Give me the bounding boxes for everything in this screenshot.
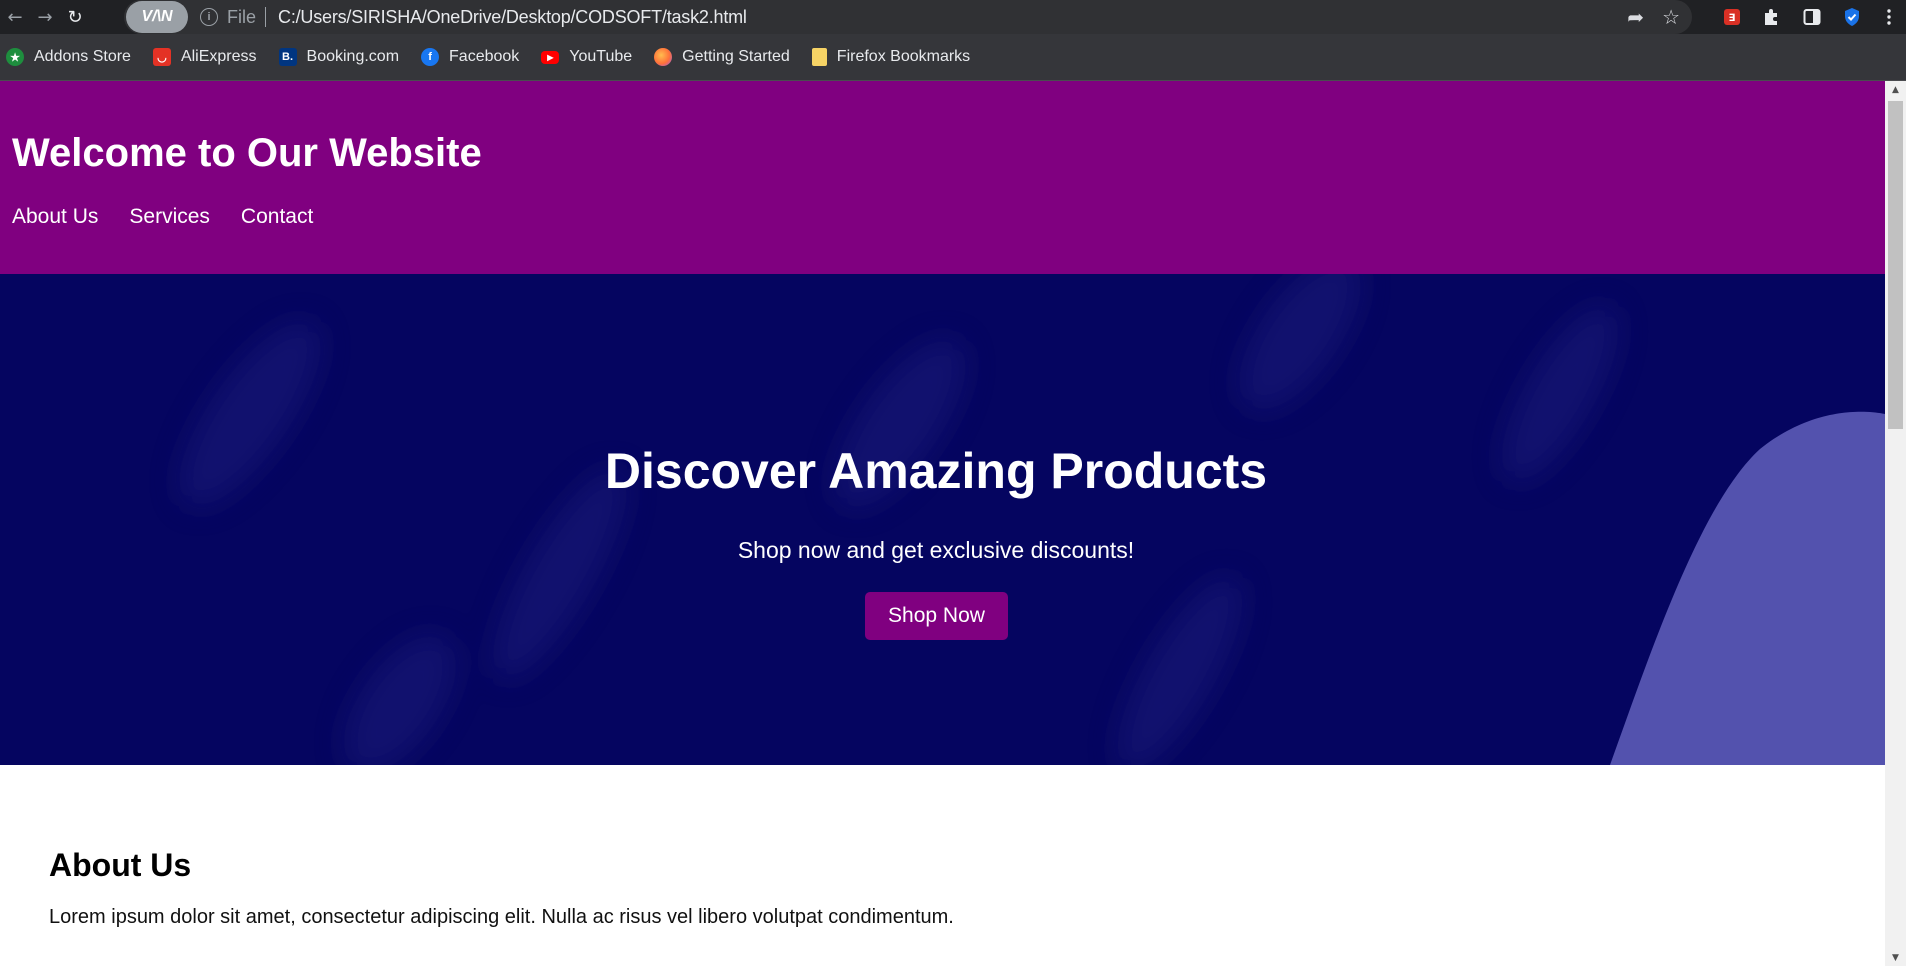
about-section: About Us Lorem ipsum dolor sit amet, con… — [49, 766, 1849, 929]
site-nav: About Us Services Contact — [12, 205, 313, 229]
forward-arrow-icon[interactable]: → — [30, 2, 60, 32]
browser-toolbar: ← → ↻ V/\N i File C:/Users/SIRISHA/OneDr… — [0, 0, 1906, 34]
hero-section: Discover Amazing Products Shop now and g… — [0, 274, 1885, 765]
shop-now-button[interactable]: Shop Now — [865, 592, 1008, 640]
scroll-thumb[interactable] — [1888, 101, 1903, 429]
back-arrow-icon[interactable]: ← — [0, 2, 30, 32]
page-viewport: Welcome to Our Website About Us Services… — [0, 81, 1906, 966]
bookmark-aliexpress[interactable]: ◡ AliExpress — [152, 48, 257, 66]
nav-link-about[interactable]: About Us — [12, 205, 98, 229]
extensions-area: ∃ — [1712, 0, 1906, 34]
url-text[interactable]: C:/Users/SIRISHA/OneDrive/Desktop/CODSOF… — [278, 7, 747, 28]
page-scrollbar[interactable]: ▲ ▼ — [1885, 81, 1906, 966]
hero-title: Discover Amazing Products — [604, 443, 1268, 499]
about-text: Lorem ipsum dolor sit amet, consectetur … — [49, 906, 954, 928]
bookmarks-bar: ★ Addons Store ◡ AliExpress B. Booking.c… — [0, 34, 1906, 81]
scheme-label: File — [227, 6, 257, 27]
kebab-menu-icon[interactable] — [1872, 9, 1906, 25]
facebook-icon: f — [421, 48, 440, 66]
about-title: About Us — [49, 847, 192, 883]
bookmark-label: AliExpress — [180, 48, 257, 65]
share-icon[interactable]: ➦ — [1627, 5, 1644, 29]
nav-link-contact[interactable]: Contact — [241, 205, 313, 229]
shield-extension-icon[interactable] — [1832, 7, 1872, 27]
reload-icon[interactable]: ↻ — [60, 2, 90, 32]
site-title: Welcome to Our Website — [12, 131, 482, 175]
bookmark-label: YouTube — [569, 48, 633, 65]
bookmark-addons-store[interactable]: ★ Addons Store — [6, 48, 131, 66]
scroll-up-icon[interactable]: ▲ — [1885, 81, 1906, 98]
bookmark-label: Firefox Bookmarks — [836, 48, 971, 65]
youtube-icon: ▶ — [541, 50, 560, 64]
firefox-icon — [654, 48, 673, 66]
puzzle-extensions-icon[interactable] — [1752, 7, 1792, 27]
addons-store-icon: ★ — [6, 48, 24, 66]
side-panel-icon[interactable] — [1792, 8, 1832, 26]
bookmark-youtube[interactable]: ▶ YouTube — [541, 48, 632, 66]
bookmark-booking[interactable]: B. Booking.com — [278, 48, 400, 66]
bookmark-firefox-bookmarks[interactable]: Firefox Bookmarks — [811, 48, 971, 66]
bookmark-getting-started[interactable]: Getting Started — [654, 48, 790, 66]
booking-icon: B. — [278, 48, 297, 66]
pdf-extension-icon[interactable]: ∃ — [1712, 8, 1752, 26]
vpn-button[interactable]: V/\N — [126, 1, 188, 33]
bookmark-label: Booking.com — [306, 48, 400, 65]
site-header: Welcome to Our Website About Us Services… — [0, 81, 1885, 274]
scroll-down-icon[interactable]: ▼ — [1885, 949, 1906, 966]
bookmark-star-icon[interactable]: ☆ — [1662, 5, 1680, 29]
bookmark-label: Addons Store — [34, 48, 131, 65]
svg-text:∃: ∃ — [1729, 13, 1736, 24]
site-info-icon[interactable]: i — [200, 8, 218, 26]
aliexpress-icon: ◡ — [152, 48, 171, 66]
scheme-divider — [265, 7, 267, 27]
bookmark-facebook[interactable]: f Facebook — [421, 48, 519, 66]
hero-background-image — [178, 274, 1885, 765]
address-bar[interactable]: V/\N i File C:/Users/SIRISHA/OneDrive/De… — [124, 0, 1692, 34]
bookmark-label: Facebook — [449, 48, 520, 65]
folder-icon — [811, 48, 827, 66]
hero-subtitle: Shop now and get exclusive discounts! — [737, 537, 1135, 563]
bookmark-label: Getting Started — [682, 48, 790, 65]
nav-link-services[interactable]: Services — [129, 205, 210, 229]
